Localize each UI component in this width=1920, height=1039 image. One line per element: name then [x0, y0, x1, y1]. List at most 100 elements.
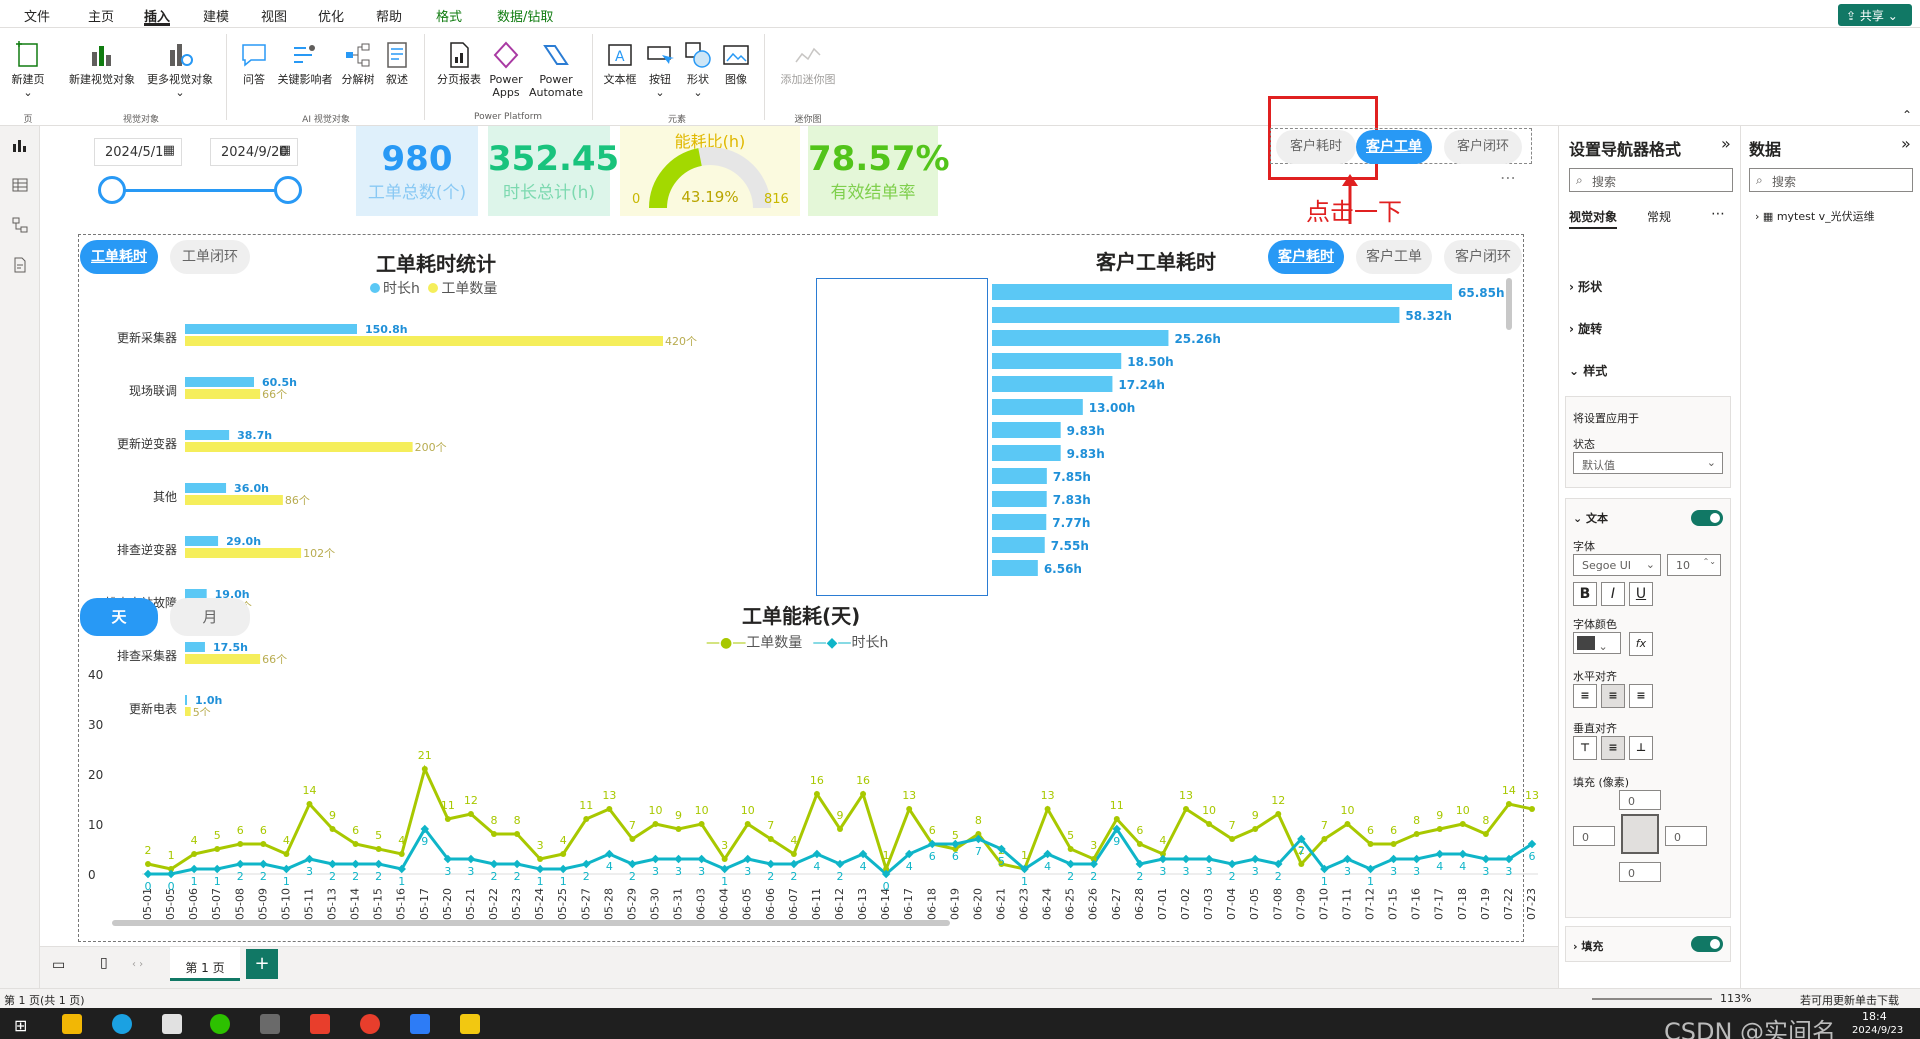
- app-icon[interactable]: [410, 1014, 430, 1034]
- decomp-tree-button[interactable]: 分解树: [338, 40, 378, 86]
- mobile-layout-icon[interactable]: ▯: [100, 955, 108, 971]
- notepad-icon[interactable]: [162, 1014, 182, 1034]
- padding-right-stepper[interactable]: 0: [1665, 826, 1707, 846]
- file-explorer-icon[interactable]: [62, 1014, 82, 1034]
- font-color-picker[interactable]: ⌄: [1573, 632, 1621, 654]
- model-view-icon[interactable]: [11, 216, 29, 234]
- section-shape[interactable]: › 形状: [1569, 278, 1602, 295]
- text-section-toggle[interactable]: ⌄ 文本: [1573, 510, 1608, 526]
- font-size-stepper[interactable]: 10 ⌃⌄: [1667, 554, 1721, 576]
- narrative-button[interactable]: 叙述: [380, 40, 414, 86]
- hours-data-label: 0: [145, 880, 152, 893]
- new-visual-button[interactable]: 新建视觉对象: [64, 40, 140, 86]
- padding-bottom-stepper[interactable]: 0: [1619, 862, 1661, 882]
- chart2-scrollbar[interactable]: [1506, 278, 1512, 330]
- zoom-slider[interactable]: [1592, 998, 1712, 1000]
- align-bottom-icon[interactable]: ⊥: [1629, 736, 1653, 760]
- new-page-button[interactable]: 新建页 ⌄: [6, 40, 50, 99]
- more-visuals-button[interactable]: 更多视觉对象 ⌄: [142, 40, 218, 99]
- align-left-icon[interactable]: ≡: [1573, 684, 1597, 708]
- menu-data-drill[interactable]: 数据/钻取: [497, 6, 553, 26]
- share-button[interactable]: ⇪ 共享 ⌄: [1838, 4, 1912, 26]
- align-top-icon[interactable]: ⊤: [1573, 736, 1597, 760]
- align-center-icon[interactable]: ≡: [1601, 684, 1625, 708]
- data-table-item[interactable]: › ▦ mytest v_光伏运维: [1755, 208, 1875, 224]
- table-view-icon[interactable]: [11, 176, 29, 194]
- paginated-report-button[interactable]: 分页报表: [432, 40, 486, 86]
- menu-format[interactable]: 格式: [436, 6, 462, 26]
- add-page-button[interactable]: +: [246, 949, 278, 979]
- wechat-icon[interactable]: [210, 1014, 230, 1034]
- tab-visual[interactable]: 视觉对象: [1569, 208, 1618, 229]
- chart3-scrollbar[interactable]: [112, 920, 950, 926]
- collapse-ribbon-icon[interactable]: ⌃: [1902, 108, 1912, 122]
- menu-help[interactable]: 帮助: [376, 6, 402, 26]
- align-middle-icon[interactable]: ≡: [1601, 736, 1625, 760]
- button-button[interactable]: 按钮 ⌄: [642, 40, 678, 99]
- calculator-icon[interactable]: [260, 1014, 280, 1034]
- end-date-handle[interactable]: [274, 176, 302, 204]
- tab-customer-time[interactable]: 客户耗时: [1268, 240, 1344, 274]
- italic-button[interactable]: I: [1601, 582, 1625, 606]
- more-options-icon[interactable]: ⋯: [1711, 206, 1725, 222]
- tab-general[interactable]: 常规: [1647, 208, 1671, 225]
- start-date-input[interactable]: 2024/5/1 ▦: [94, 138, 182, 166]
- menu-optimize[interactable]: 优化: [318, 6, 344, 26]
- tab-customer-tickets[interactable]: 客户工单: [1356, 240, 1432, 274]
- tab-month[interactable]: 月: [170, 598, 250, 636]
- page-tab-1[interactable]: 第 1 页: [170, 947, 240, 981]
- collapse-pane-icon[interactable]: »: [1901, 134, 1911, 153]
- underline-button[interactable]: U: [1629, 582, 1653, 606]
- shape-button[interactable]: 形状 ⌄: [680, 40, 716, 99]
- fx-button[interactable]: fx: [1629, 632, 1653, 656]
- nav-top-customer-closed[interactable]: 客户闭环: [1444, 130, 1522, 164]
- menu-modeling[interactable]: 建模: [203, 6, 229, 26]
- format-search-input[interactable]: ⌕ 搜索: [1569, 168, 1733, 192]
- qa-button[interactable]: 问答: [236, 40, 272, 86]
- image-button[interactable]: 图像: [718, 40, 754, 86]
- power-apps-button[interactable]: Power Apps: [486, 40, 526, 99]
- desktop-layout-icon[interactable]: ▭: [52, 957, 65, 973]
- align-right-icon[interactable]: ≡: [1629, 684, 1653, 708]
- tab-ticket-time[interactable]: 工单耗时: [80, 240, 158, 274]
- menu-insert[interactable]: 插入: [144, 6, 171, 26]
- section-style[interactable]: ⌄ 样式: [1569, 362, 1607, 379]
- fill-section-toggle[interactable]: › 填充: [1573, 938, 1603, 954]
- report-view-icon[interactable]: [11, 136, 29, 154]
- powerbi-icon[interactable]: [460, 1014, 480, 1034]
- key-influencers-button[interactable]: 关键影响者: [274, 40, 336, 86]
- key-influencers-label: 关键影响者: [277, 73, 333, 86]
- update-notice[interactable]: 若可用更新单击下载: [1800, 992, 1899, 1008]
- textbox-button[interactable]: A 文本框: [600, 40, 640, 86]
- add-sparkline-button[interactable]: 添加迷你图: [772, 40, 844, 86]
- section-rotation[interactable]: › 旋转: [1569, 320, 1602, 337]
- bold-button[interactable]: B: [1573, 582, 1597, 606]
- browser-icon[interactable]: [360, 1014, 380, 1034]
- menu-home[interactable]: 主页: [88, 6, 114, 26]
- end-date-input[interactable]: 2024/9/20 ▦: [210, 138, 298, 166]
- nav-top-customer-tickets[interactable]: 客户工单: [1356, 130, 1432, 164]
- collapse-pane-icon[interactable]: »: [1721, 134, 1731, 153]
- edge-icon[interactable]: [112, 1014, 132, 1034]
- menu-view[interactable]: 视图: [261, 6, 287, 26]
- padding-left-stepper[interactable]: 0: [1573, 826, 1615, 846]
- start-date-handle[interactable]: [98, 176, 126, 204]
- more-options-icon[interactable]: ⋯: [1500, 168, 1516, 187]
- counts-data-label: 12: [464, 794, 478, 807]
- power-automate-button[interactable]: Power Automate: [528, 40, 584, 99]
- font-family-dropdown[interactable]: Segoe UI ⌄: [1573, 554, 1661, 576]
- tab-customer-closed[interactable]: 客户闭环: [1444, 240, 1522, 274]
- data-search-input[interactable]: ⌕ 搜索: [1749, 168, 1913, 192]
- state-dropdown[interactable]: 默认值 ⌄: [1573, 452, 1723, 474]
- text-toggle[interactable]: [1691, 510, 1723, 526]
- dax-query-icon[interactable]: [11, 256, 29, 274]
- prev-page-icon[interactable]: ‹ ›: [132, 959, 143, 970]
- nav-top-customer-time[interactable]: 客户耗时: [1276, 130, 1356, 164]
- tab-ticket-closed[interactable]: 工单闭环: [170, 240, 250, 274]
- padding-top-stepper[interactable]: 0: [1619, 790, 1661, 810]
- fill-toggle[interactable]: [1691, 936, 1723, 952]
- wps-icon[interactable]: [310, 1014, 330, 1034]
- windows-icon[interactable]: ⊞: [14, 1016, 27, 1035]
- tab-day[interactable]: 天: [80, 598, 158, 636]
- menu-file[interactable]: 文件: [24, 6, 50, 26]
